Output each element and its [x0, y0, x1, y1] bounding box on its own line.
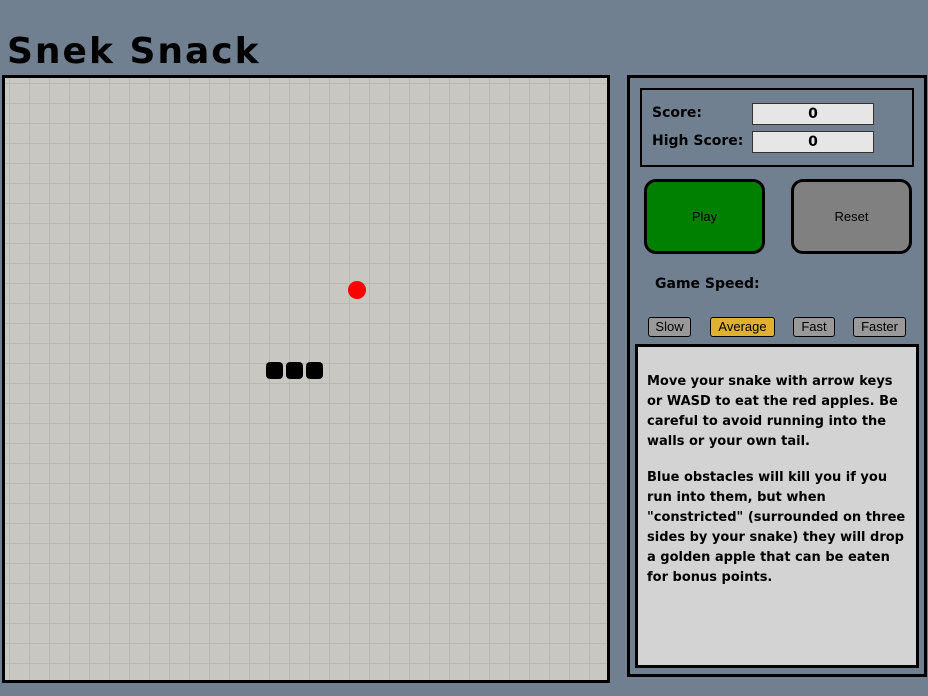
page-title: Snek Snack	[7, 31, 261, 72]
score-box: Score: 0 High Score: 0	[640, 88, 914, 167]
high-score-label: High Score:	[652, 133, 744, 149]
speed-slow-button[interactable]: Slow	[648, 317, 691, 337]
instructions-paragraph: Blue obstacles will kill you if you run …	[647, 470, 906, 585]
game-speed-label: Game Speed:	[655, 276, 760, 292]
snake-segment	[306, 362, 323, 379]
snake-segment	[286, 362, 303, 379]
speed-fast-button[interactable]: Fast	[793, 317, 835, 337]
game-board[interactable]	[2, 75, 610, 683]
apple	[348, 281, 366, 299]
high-score-field: 0	[752, 131, 874, 153]
play-button[interactable]: Play	[644, 179, 765, 254]
score-label: Score:	[652, 105, 702, 121]
speed-average-button[interactable]: Average	[710, 317, 775, 337]
reset-button[interactable]: Reset	[791, 179, 912, 254]
instructions-paragraph: Move your snake with arrow keys or WASD …	[647, 374, 898, 449]
side-panel: Score: 0 High Score: 0 Play Reset Game S…	[627, 75, 927, 677]
instructions-box: Move your snake with arrow keys or WASD …	[635, 344, 919, 668]
score-field: 0	[752, 103, 874, 125]
snake-segment	[266, 362, 283, 379]
speed-faster-button[interactable]: Faster	[853, 317, 906, 337]
